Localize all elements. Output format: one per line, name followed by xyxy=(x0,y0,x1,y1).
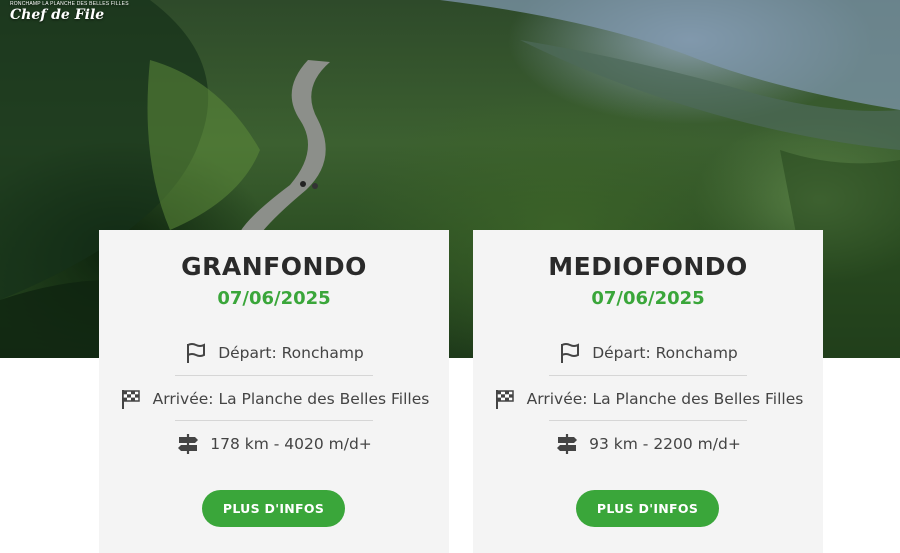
divider xyxy=(549,375,747,376)
card-title: GRANFONDO xyxy=(181,252,367,281)
distance-row: 178 km - 4020 m/d+ xyxy=(99,431,449,457)
arrivee-row: Arrivée: La Planche des Belles Filles xyxy=(99,386,449,412)
distance-text: 93 km - 2200 m/d+ xyxy=(589,435,741,453)
checkered-flag-icon xyxy=(495,390,514,409)
depart-row: Départ: Ronchamp xyxy=(99,340,449,366)
card-title: MEDIOFONDO xyxy=(548,252,748,281)
more-info-button[interactable]: PLUS D'INFOS xyxy=(576,490,719,527)
card-date: 07/06/2025 xyxy=(591,288,705,309)
more-info-button[interactable]: PLUS D'INFOS xyxy=(202,490,345,527)
flag-icon xyxy=(561,343,580,363)
site-logo[interactable]: RONCHAMP LA PLANCHE DES BELLES FILLES Ch… xyxy=(10,2,129,23)
divider xyxy=(175,420,373,421)
arrivee-text: Arrivée: La Planche des Belles Filles xyxy=(152,390,430,408)
depart-text: Départ: Ronchamp xyxy=(218,344,364,362)
depart-row: Départ: Ronchamp xyxy=(473,340,823,366)
signpost-icon xyxy=(178,434,199,454)
signpost-icon xyxy=(557,434,578,454)
divider xyxy=(549,420,747,421)
depart-text: Départ: Ronchamp xyxy=(592,344,738,362)
distance-text: 178 km - 4020 m/d+ xyxy=(210,435,372,453)
event-card-mediofondo: MEDIOFONDO 07/06/2025 Départ: Ronchamp A… xyxy=(473,230,823,553)
logo-name: Chef de File xyxy=(10,7,105,23)
distance-row: 93 km - 2200 m/d+ xyxy=(473,431,823,457)
divider xyxy=(175,375,373,376)
arrivee-text: Arrivée: La Planche des Belles Filles xyxy=(526,390,804,408)
card-date: 07/06/2025 xyxy=(217,288,331,309)
arrivee-row: Arrivée: La Planche des Belles Filles xyxy=(473,386,823,412)
checkered-flag-icon xyxy=(121,390,140,409)
flag-icon xyxy=(187,343,206,363)
event-card-granfondo: GRANFONDO 07/06/2025 Départ: Ronchamp Ar… xyxy=(99,230,449,553)
